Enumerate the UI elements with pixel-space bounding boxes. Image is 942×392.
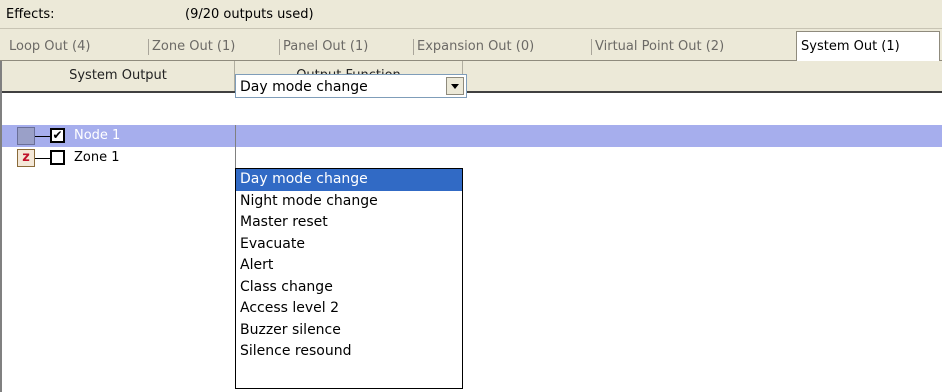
tab-system-out[interactable]: System Out (1) <box>796 31 940 61</box>
tab-expansion-out[interactable]: Expansion Out (0) <box>413 35 592 59</box>
grid-header: System Output Output Function <box>2 61 942 93</box>
zone-1-label: Zone 1 <box>74 150 120 165</box>
effects-label: Effects: <box>6 7 55 22</box>
option-alert[interactable]: Alert <box>236 255 462 277</box>
table-row[interactable]: ✔ Node 1 <box>2 125 942 147</box>
option-class-change[interactable]: Class change <box>236 277 462 299</box>
chevron-down-icon[interactable] <box>446 77 464 95</box>
node-1-label: Node 1 <box>74 128 121 143</box>
output-function-combo[interactable]: Day mode change <box>235 74 467 98</box>
option-access-level-2[interactable]: Access level 2 <box>236 298 462 320</box>
tree-connector <box>35 136 50 137</box>
option-day-mode-change[interactable]: Day mode change <box>236 169 462 191</box>
option-silence-resound[interactable]: Silence resound <box>236 341 462 363</box>
outputs-grid: System Output Output Function ✔ Node 1 z… <box>0 61 942 392</box>
option-master-reset[interactable]: Master reset <box>236 212 462 234</box>
output-function-dropdown: Day mode change Night mode change Master… <box>235 168 463 389</box>
option-buzzer-silence[interactable]: Buzzer silence <box>236 320 462 342</box>
option-night-mode-change[interactable]: Night mode change <box>236 191 462 213</box>
tab-virtual-point-out[interactable]: Virtual Point Out (2) <box>591 35 796 59</box>
effects-bar: Effects: (9/20 outputs used) <box>0 0 942 29</box>
tab-loop-out[interactable]: Loop Out (4) <box>5 35 149 59</box>
outputs-used-count: (9/20 outputs used) <box>185 7 314 22</box>
table-row[interactable]: z Zone 1 <box>2 147 942 169</box>
node-1-checkbox[interactable]: ✔ <box>50 128 65 143</box>
tab-zone-out[interactable]: Zone Out (1) <box>148 35 280 59</box>
zone-1-checkbox[interactable] <box>50 150 65 165</box>
column-header-system-output[interactable]: System Output <box>2 61 235 91</box>
combo-selected-value: Day mode change <box>240 79 368 95</box>
cell-divider <box>235 147 236 169</box>
zone-icon: z <box>17 149 35 167</box>
tree-connector <box>35 158 50 159</box>
cell-divider <box>235 125 236 147</box>
output-tabstrip: Loop Out (4) Zone Out (1) Panel Out (1) … <box>0 29 942 61</box>
tab-panel-out[interactable]: Panel Out (1) <box>279 35 414 59</box>
option-evacuate[interactable]: Evacuate <box>236 234 462 256</box>
node-icon <box>17 127 35 145</box>
